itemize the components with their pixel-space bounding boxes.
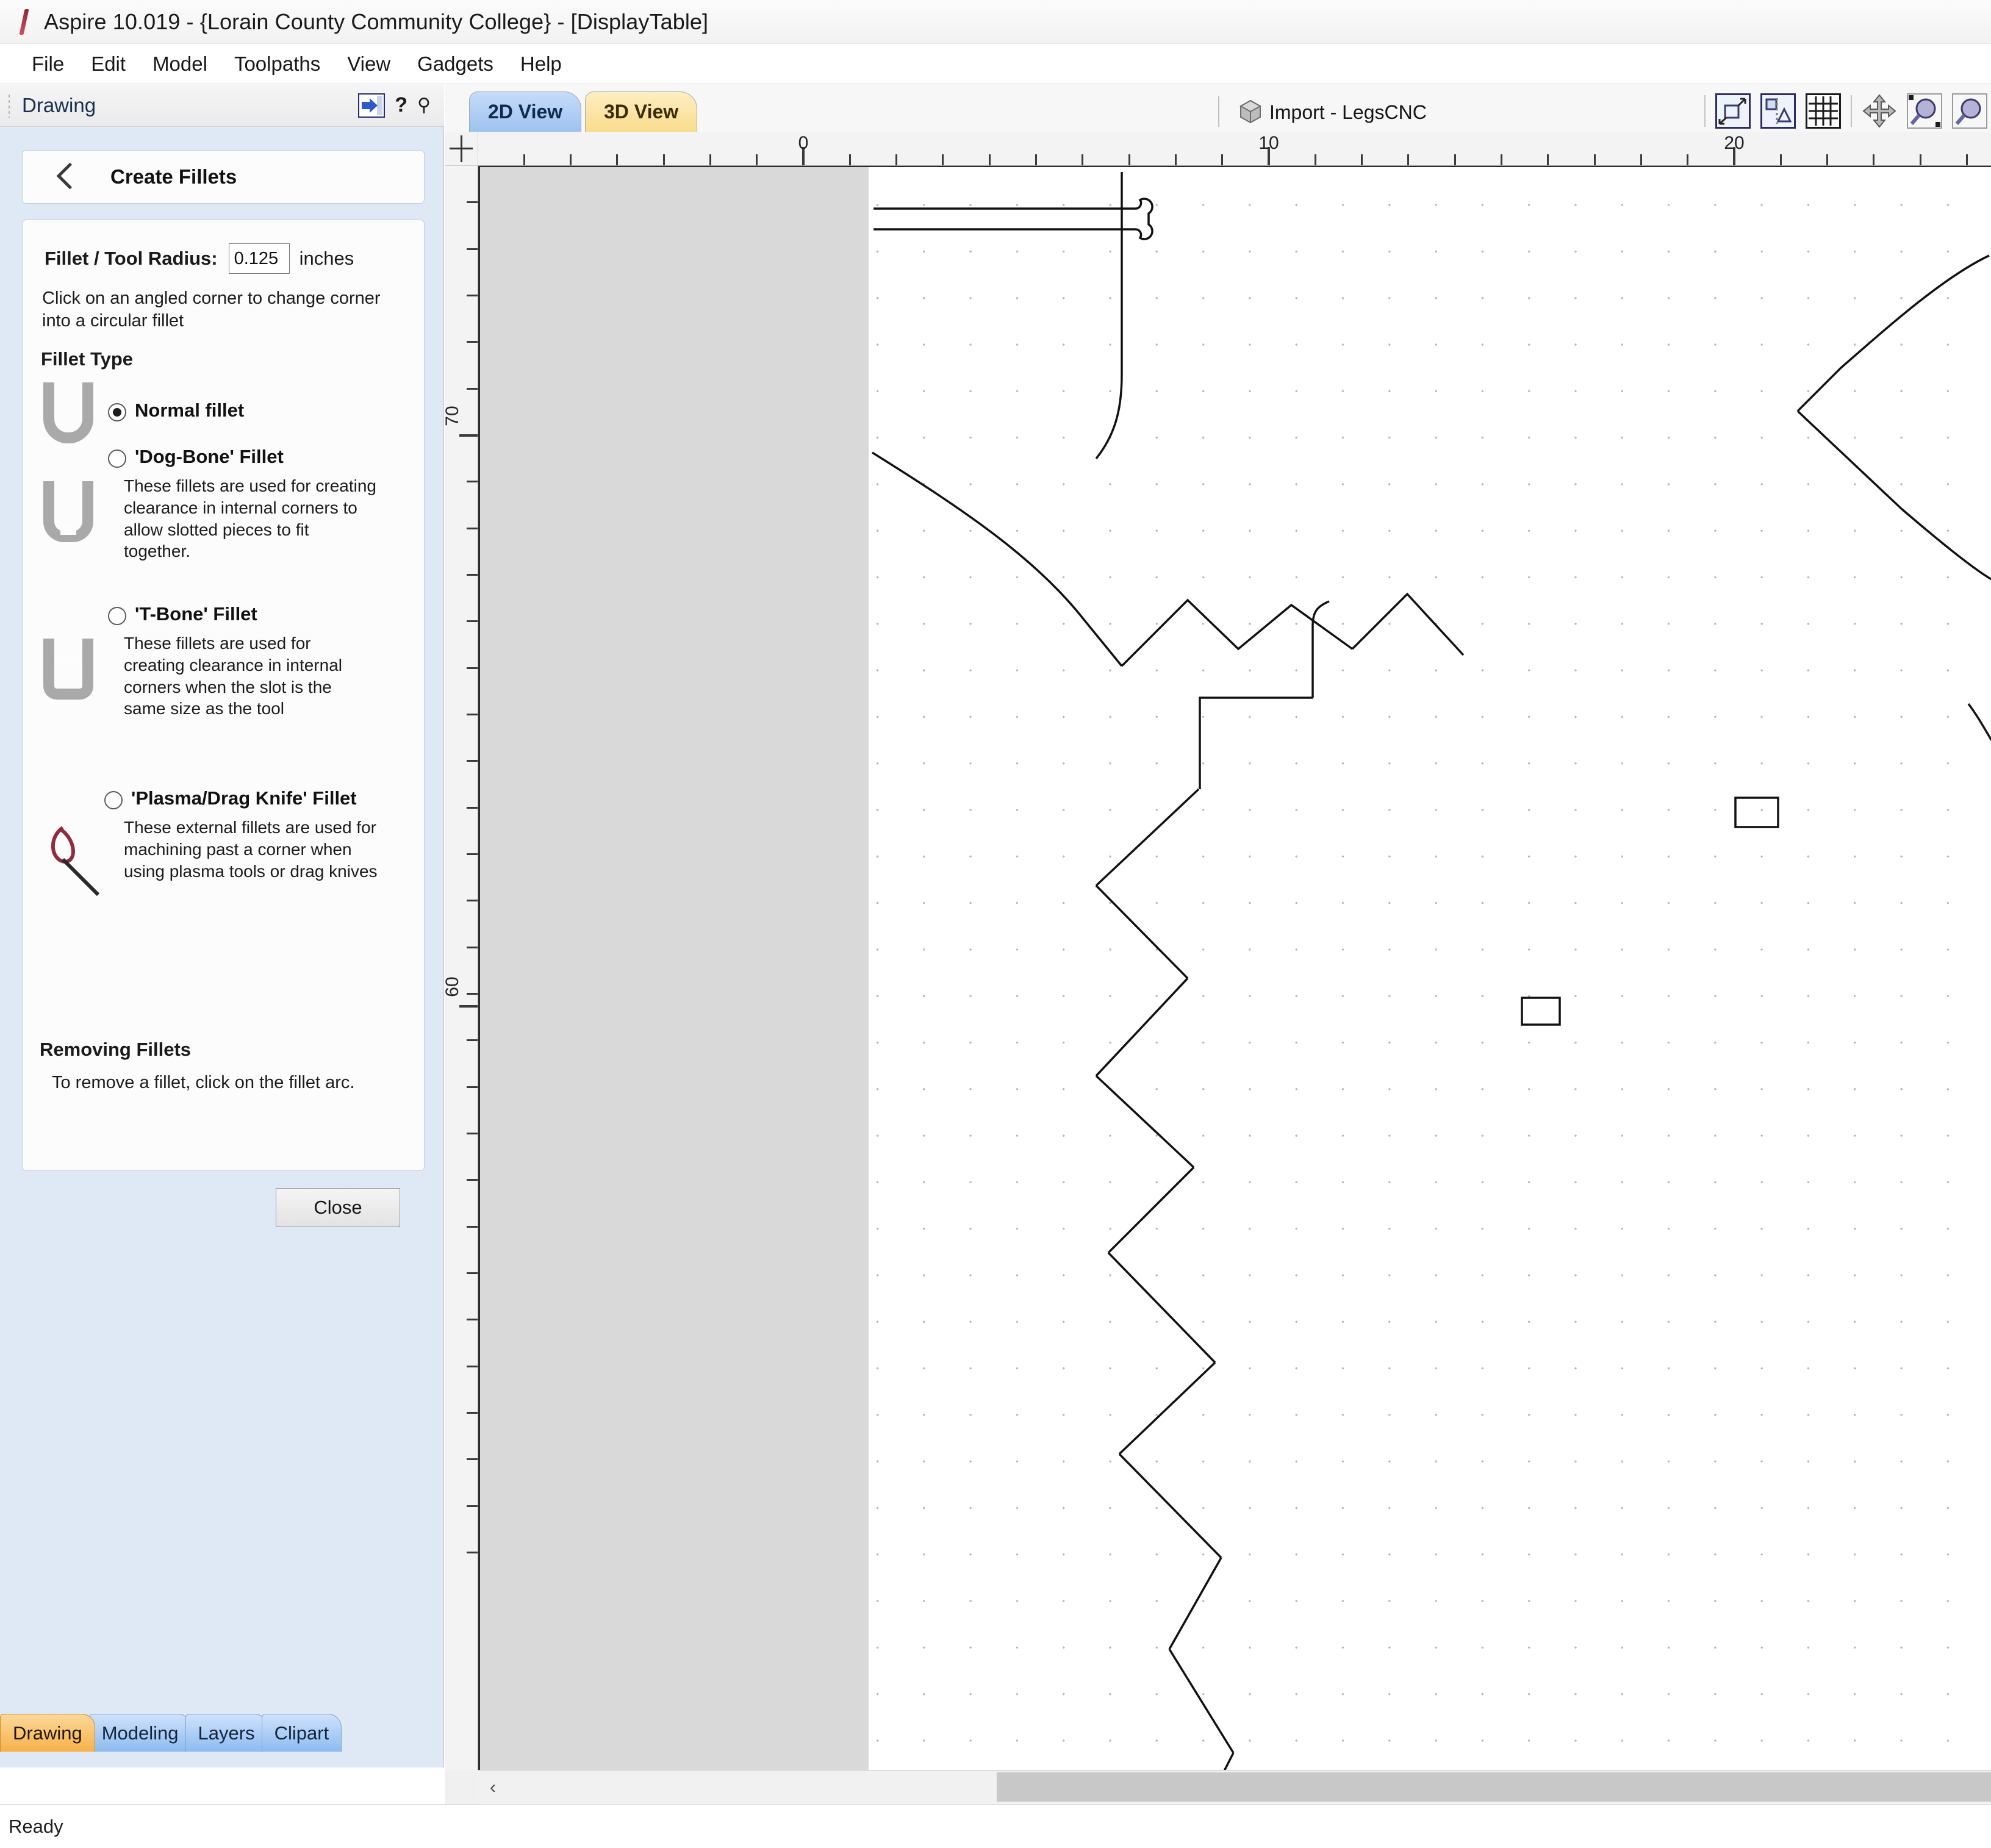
auto-hide-panel-icon[interactable] bbox=[358, 93, 386, 118]
fillet-type-heading: Fillet Type bbox=[41, 348, 134, 370]
menu-gadgets[interactable]: Gadgets bbox=[404, 49, 507, 79]
panel-header: Drawing ? ⚲ bbox=[0, 84, 444, 127]
toolbar-separator-1 bbox=[1704, 95, 1706, 127]
t-bone-fillet-thumb-icon bbox=[41, 639, 96, 702]
panel-header-icons: ? ⚲ bbox=[358, 93, 444, 118]
pushpin-icon[interactable]: ⚲ bbox=[417, 95, 431, 116]
fillet-option-plasma-drag-knife[interactable]: 'Plasma/Drag Knife' Fillet These externa… bbox=[41, 787, 419, 896]
removing-fillets-heading: Removing Fillets bbox=[40, 1039, 192, 1060]
menu-model[interactable]: Model bbox=[139, 49, 221, 79]
dog-bone-fillet-thumb-icon bbox=[41, 481, 96, 545]
fillet-radius-units: inches bbox=[299, 248, 354, 269]
horizontal-ruler[interactable]: 0 10 20 bbox=[478, 132, 1991, 166]
ruler-label-20: 20 bbox=[1724, 133, 1745, 153]
vertical-ruler[interactable]: 70 60 bbox=[445, 166, 478, 1770]
zoom-out-icon[interactable] bbox=[1952, 93, 1987, 129]
fillet-radius-row: Fillet / Tool Radius: inches bbox=[45, 243, 354, 274]
job-label: Import - LegsCNC bbox=[1269, 101, 1427, 123]
title-bar: Aspire 10.019 - {Lorain County Community… bbox=[0, 0, 1991, 44]
tab-2d-view[interactable]: 2D View bbox=[469, 91, 582, 132]
aspire-logo-icon bbox=[16, 8, 32, 36]
fillet-instruction-text: Click on an angled corner to change corn… bbox=[42, 288, 381, 331]
toggle-grid-icon[interactable] bbox=[1806, 93, 1841, 129]
drag-grip-icon[interactable] bbox=[4, 91, 17, 120]
ruler-label-60: 60 bbox=[445, 976, 462, 997]
ruler-label-70: 70 bbox=[445, 406, 462, 426]
canvas-area: 2D View 3D View Import - LegsCNC 0 10 20… bbox=[445, 84, 1991, 1804]
form-title: Create Fillets bbox=[110, 165, 237, 188]
menu-view[interactable]: View bbox=[334, 49, 404, 79]
fillet-option-dog-bone-label: 'Dog-Bone' Fillet bbox=[135, 446, 284, 467]
normal-fillet-thumb-icon bbox=[41, 382, 96, 446]
view-toolbar bbox=[1704, 89, 1991, 133]
zoom-to-selection-icon[interactable] bbox=[1715, 93, 1751, 129]
tab-drawing[interactable]: Drawing bbox=[0, 1714, 95, 1752]
radio-plasma-drag-knife-fillet[interactable] bbox=[104, 791, 123, 809]
zoom-in-icon[interactable] bbox=[1907, 93, 1942, 129]
menu-help[interactable]: Help bbox=[507, 49, 575, 79]
fillet-option-t-bone-label: 'T-Bone' Fillet bbox=[135, 603, 257, 625]
fillet-radius-label: Fillet / Tool Radius: bbox=[45, 248, 218, 269]
zoom-to-drawing-icon[interactable] bbox=[1760, 93, 1796, 129]
menu-toolpaths[interactable]: Toolpaths bbox=[221, 49, 334, 79]
fillet-option-normal[interactable]: Normal fillet bbox=[41, 382, 419, 443]
removing-fillets-text: To remove a fillet, click on the fillet … bbox=[52, 1073, 355, 1092]
form-title-card[interactable]: Create Fillets bbox=[22, 150, 425, 204]
window-title: Aspire 10.019 - {Lorain County Community… bbox=[44, 9, 709, 34]
tab-modeling[interactable]: Modeling bbox=[88, 1714, 192, 1752]
fillet-option-dog-bone-description: These fillets are used for creating clea… bbox=[124, 476, 376, 561]
fillet-radius-input[interactable] bbox=[228, 243, 290, 274]
vector-geometry[interactable] bbox=[480, 167, 1991, 1770]
drawing-panel: Drawing ? ⚲ Create Fillets Fillet / Tool… bbox=[0, 84, 444, 1767]
radio-t-bone-fillet[interactable] bbox=[108, 607, 126, 625]
horizontal-scrollbar[interactable]: ‹ bbox=[478, 1770, 1991, 1804]
close-button[interactable]: Close bbox=[276, 1188, 400, 1227]
tab-layers[interactable]: Layers bbox=[185, 1714, 268, 1752]
fillet-options-card: Fillet / Tool Radius: inches Click on an… bbox=[22, 220, 425, 1171]
back-chevron-icon[interactable] bbox=[49, 160, 82, 193]
toolbar-divider bbox=[1218, 96, 1219, 127]
scrollbar-thumb[interactable] bbox=[997, 1772, 1991, 1802]
plasma-drag-knife-thumb-icon bbox=[45, 823, 103, 896]
chevron-left-icon[interactable]: ‹ bbox=[478, 1771, 508, 1804]
status-text: Ready bbox=[9, 1815, 63, 1837]
ruler-origin-corner[interactable] bbox=[445, 132, 478, 166]
tab-3d-view[interactable]: 3D View bbox=[585, 91, 698, 132]
ruler-label-0: 0 bbox=[798, 133, 809, 153]
fillet-option-dog-bone[interactable]: 'Dog-Bone' Fillet These fillets are used… bbox=[41, 446, 419, 562]
ruler-label-10: 10 bbox=[1258, 133, 1279, 153]
drawing-viewport[interactable] bbox=[478, 166, 1991, 1770]
job-cube-icon bbox=[1238, 99, 1263, 124]
menu-bar: File Edit Model Toolpaths View Gadgets H… bbox=[0, 44, 1991, 84]
menu-file[interactable]: File bbox=[18, 49, 77, 79]
auto-hide-panel-bar bbox=[377, 95, 383, 115]
status-bar: Ready bbox=[0, 1804, 1991, 1848]
panel-bottom-tabs: Drawing Modeling Layers Clipart bbox=[0, 1708, 444, 1752]
radio-dog-bone-fillet[interactable] bbox=[108, 449, 126, 468]
radio-normal-fillet[interactable] bbox=[108, 403, 126, 421]
tab-clipart[interactable]: Clipart bbox=[261, 1714, 342, 1752]
fillet-option-t-bone-description: These fillets are used for creating clea… bbox=[124, 634, 342, 718]
fillet-option-normal-label: Normal fillet bbox=[135, 399, 245, 421]
pan-view-icon[interactable] bbox=[1862, 93, 1897, 129]
help-question-icon[interactable]: ? bbox=[395, 93, 407, 117]
fillet-option-plasma-drag-knife-label: 'Plasma/Drag Knife' Fillet bbox=[131, 787, 357, 809]
panel-title: Drawing bbox=[22, 93, 96, 116]
fillet-option-plasma-drag-knife-description: These external fillets are used for mach… bbox=[124, 818, 378, 881]
fillet-option-t-bone[interactable]: 'T-Bone' Fillet These fillets are used f… bbox=[41, 603, 419, 720]
toolbar-separator-2 bbox=[1851, 95, 1852, 127]
menu-edit[interactable]: Edit bbox=[77, 49, 139, 79]
